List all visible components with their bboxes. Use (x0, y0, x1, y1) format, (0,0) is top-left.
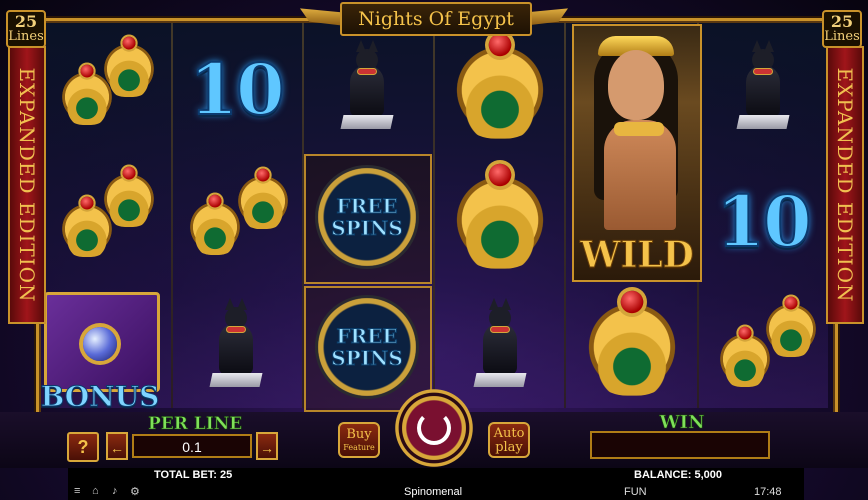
edition-banner-left: EXPANDED EDITION (8, 46, 46, 324)
lines-number: 25 (14, 12, 38, 31)
balance: BALANCE: 5,000 (634, 469, 723, 481)
play-label: play (495, 440, 523, 455)
win-value (590, 431, 770, 459)
per-line-value: 0.1 (132, 434, 252, 458)
decrease-bet-button[interactable]: ← (106, 432, 128, 460)
home-icon[interactable]: ⌂ (92, 485, 99, 497)
total-bet: TOTAL BET: 25 (154, 469, 233, 481)
game-title-plate: Nights Of Egypt (340, 2, 532, 36)
buy-label: Buy (346, 427, 372, 442)
autoplay-button[interactable]: Auto play (488, 422, 530, 458)
edition-banner-right: EXPANDED EDITION (826, 46, 864, 324)
spin-button[interactable] (394, 388, 474, 468)
footer-bar: ≡ ⌂ ♪ ⚙ Spinomenal FUN 17:48 (68, 484, 804, 500)
per-line-label: PER LINE (148, 414, 243, 435)
game-mode: FUN (624, 486, 647, 498)
win-label: WIN (659, 412, 705, 434)
brand-name: Spinomenal (404, 486, 463, 498)
edition-text: EXPANDED EDITION (15, 67, 39, 303)
settings-icon[interactable]: ⚙ (130, 485, 140, 498)
lines-number: 25 (830, 12, 854, 31)
edition-text: EXPANDED EDITION (833, 67, 857, 303)
lines-word: Lines (824, 29, 860, 44)
buy-sub-label: Feature (343, 443, 375, 452)
lines-word: Lines (8, 29, 44, 44)
auto-label: Auto (493, 426, 525, 441)
sound-icon[interactable]: ♪ (112, 485, 118, 497)
buy-feature-button[interactable]: Buy Feature (338, 422, 380, 458)
bet-status-bar: TOTAL BET: 25 BALANCE: 5,000 (68, 468, 804, 484)
spin-icon (417, 411, 451, 445)
game-title: Nights Of Egypt (358, 8, 514, 30)
reel-frame (36, 18, 838, 418)
lines-badge-left: 25 Lines (6, 10, 46, 48)
clock: 17:48 (754, 486, 782, 498)
menu-icon[interactable]: ≡ (74, 485, 80, 497)
per-line-stepper: ← 0.1 → (106, 432, 278, 460)
increase-bet-button[interactable]: → (256, 432, 278, 460)
lines-badge-right: 25 Lines (822, 10, 862, 48)
help-button[interactable]: ? (67, 432, 99, 462)
